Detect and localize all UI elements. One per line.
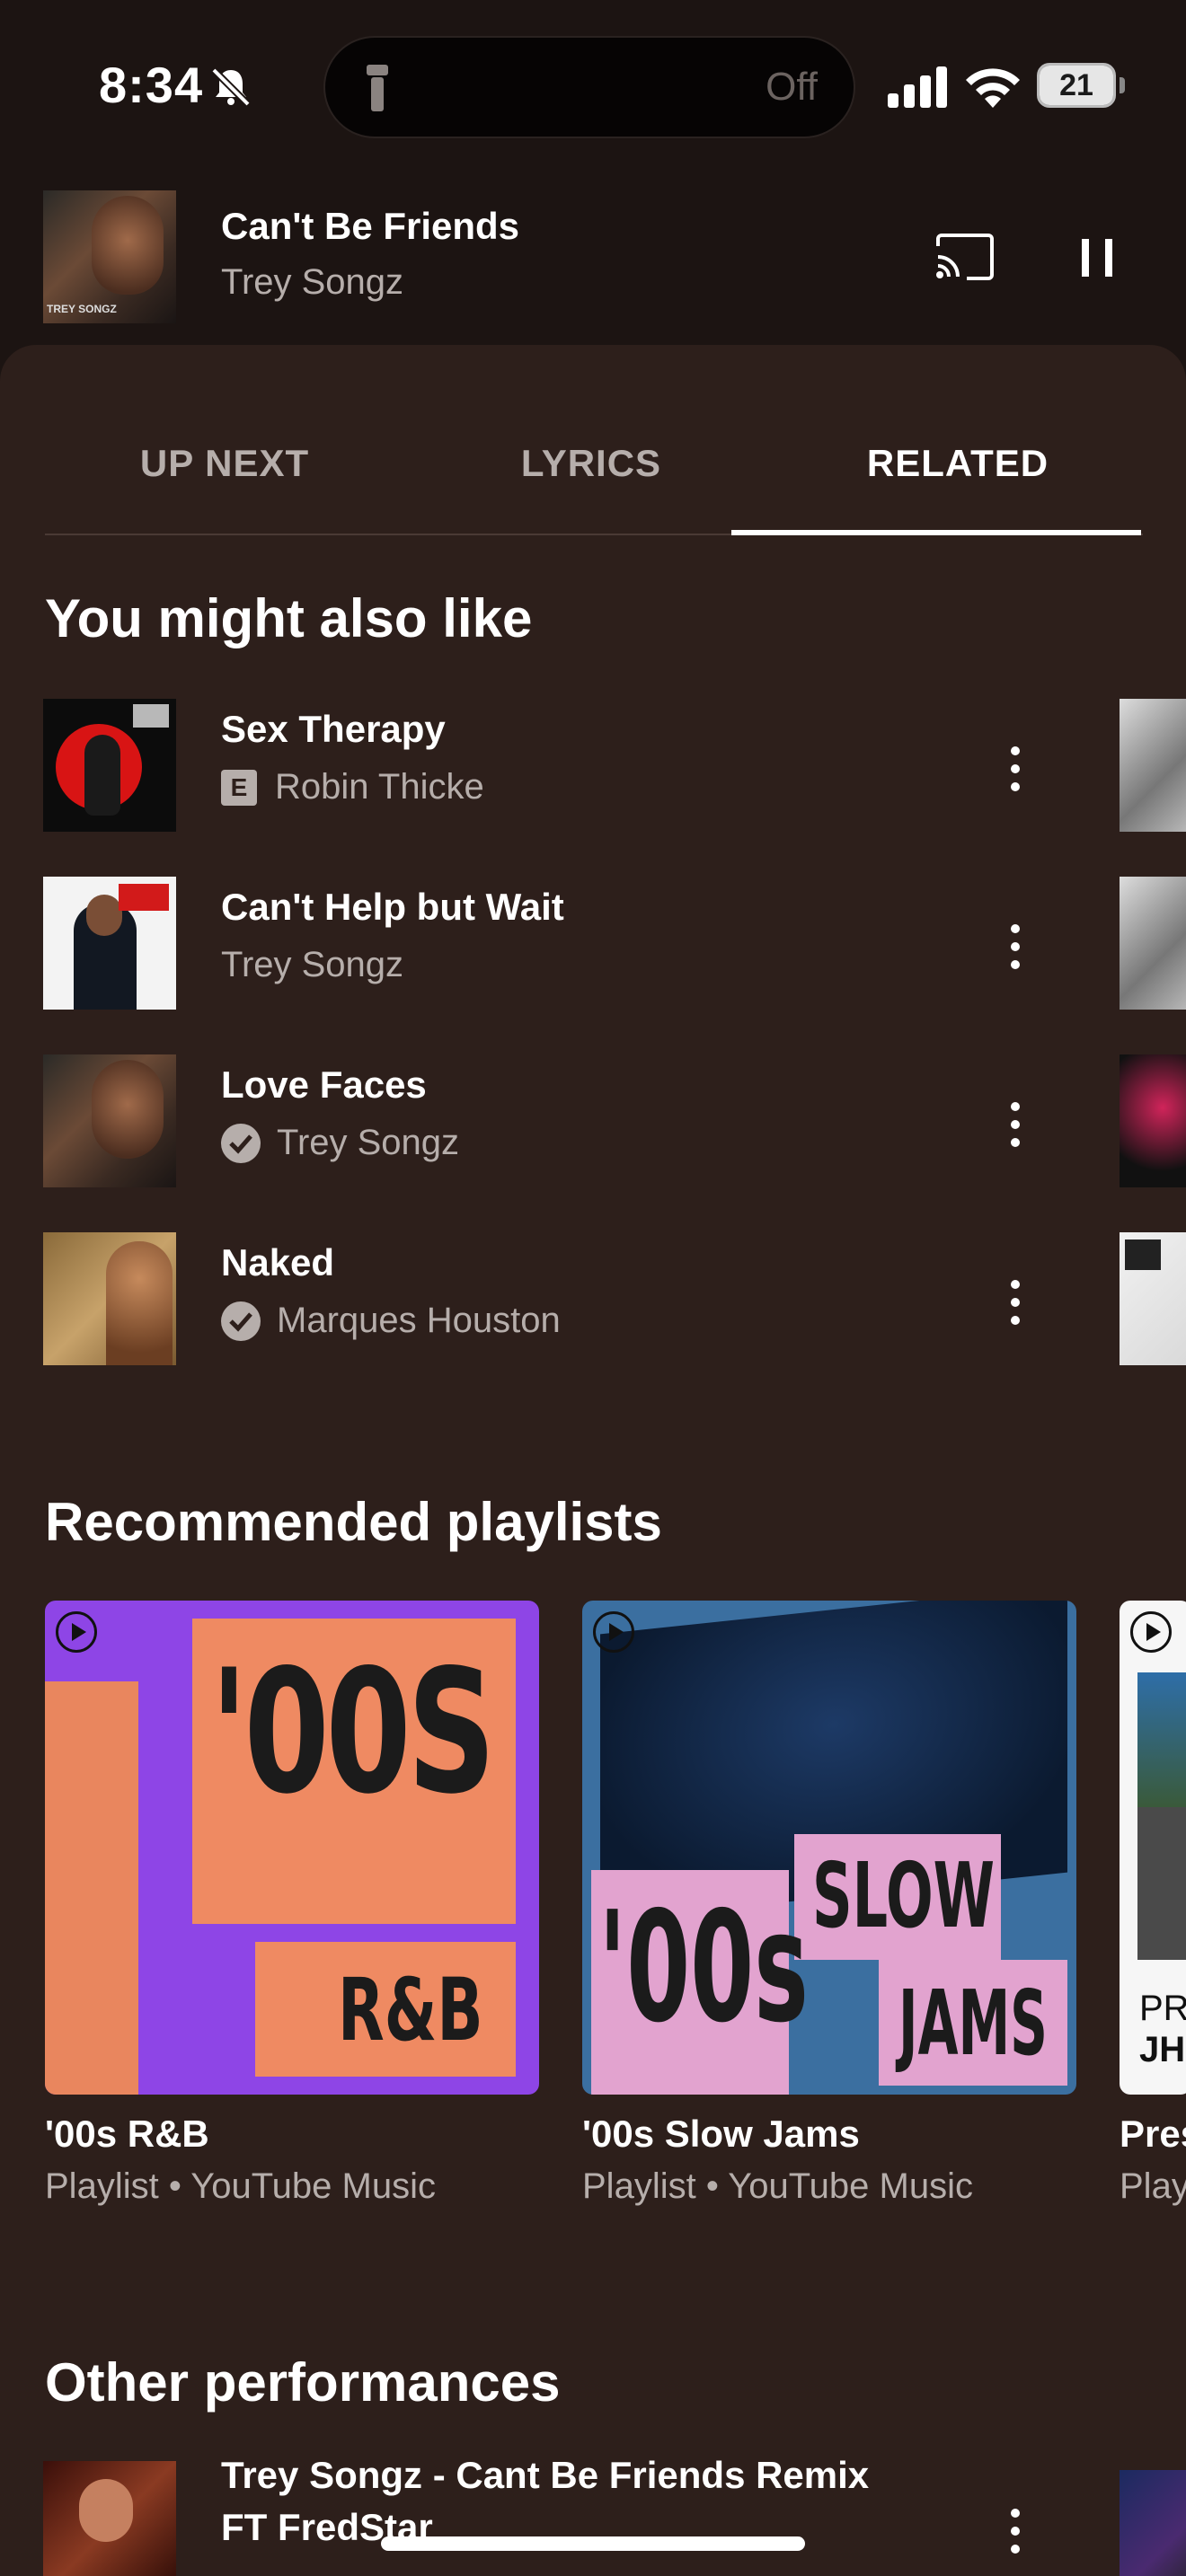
more-vert-icon[interactable] <box>999 920 1031 974</box>
battery-level: 21 <box>1059 68 1093 102</box>
song-title: Naked <box>221 1241 335 1284</box>
playlist-art: PR JHI <box>1120 1601 1186 2095</box>
section-title-other-performances: Other performances <box>45 2352 561 2413</box>
song-album-art <box>43 699 176 832</box>
now-playing-artist: Trey Songz <box>221 262 404 302</box>
flashlight-status: Off <box>766 65 818 109</box>
song-artist: Trey Songz <box>221 945 404 984</box>
song-title: Can't Help but Wait <box>221 886 564 928</box>
verified-check-icon <box>221 1301 261 1341</box>
active-tab-indicator <box>731 530 1141 535</box>
song-row[interactable]: Can't Help but Wait Trey Songz <box>0 877 1186 1011</box>
tab-up-next[interactable]: UP NEXT <box>45 442 404 485</box>
home-indicator[interactable] <box>381 2536 805 2551</box>
song-row[interactable]: Trey Songz - Cant Be Friends Remix FT Fr… <box>0 2454 1186 2576</box>
song-subtitle: E Robin Thicke <box>221 767 484 807</box>
song-subtitle: Trey Songz <box>221 1123 459 1163</box>
song-title: Love Faces <box>221 1063 427 1106</box>
pause-icon[interactable] <box>1075 235 1120 280</box>
song-row[interactable]: Sex Therapy E Robin Thicke <box>0 699 1186 834</box>
playlist-title: '00s R&B <box>45 2113 209 2155</box>
peek-album-art[interactable] <box>1120 2470 1186 2576</box>
song-row[interactable]: Love Faces Trey Songz <box>0 1054 1186 1189</box>
play-icon <box>593 1611 634 1653</box>
cellular-signal-icon <box>888 66 947 108</box>
now-playing-album-art[interactable]: TREY SONGZ <box>43 190 176 323</box>
song-artist: Robin Thicke <box>275 767 484 807</box>
more-vert-icon[interactable] <box>999 742 1031 796</box>
song-album-art <box>43 1054 176 1187</box>
peek-album-art[interactable] <box>1120 1054 1186 1187</box>
section-title-recommended-playlists: Recommended playlists <box>45 1492 662 1552</box>
video-thumbnail <box>43 2461 176 2576</box>
playlist-subtitle: Playlist • YouTube Music <box>45 2166 436 2206</box>
more-vert-icon[interactable] <box>999 1275 1031 1329</box>
verified-check-icon <box>221 1123 261 1163</box>
playlist-art: '00s SLOW JAMS <box>582 1601 1076 2095</box>
more-vert-icon[interactable] <box>999 2504 1031 2558</box>
peek-album-art[interactable] <box>1120 1232 1186 1365</box>
song-row[interactable]: Naked Marques Houston <box>0 1232 1186 1367</box>
playlist-title: '00s Slow Jams <box>582 2113 860 2155</box>
playlist-subtitle: Play <box>1120 2166 1186 2206</box>
explicit-icon: E <box>221 769 257 806</box>
peek-album-art[interactable] <box>1120 877 1186 1010</box>
flashlight-icon <box>367 65 388 111</box>
song-title-line-1: Trey Songz - Cant Be Friends Remix <box>221 2454 870 2496</box>
tab-related[interactable]: RELATED <box>778 442 1137 485</box>
cast-icon[interactable] <box>934 234 994 280</box>
wifi-icon <box>966 68 1020 108</box>
status-bar: 8:34 Off 21 <box>0 0 1186 171</box>
status-time: 8:34 <box>99 57 204 113</box>
more-vert-icon[interactable] <box>999 1098 1031 1151</box>
now-playing-title: Can't Be Friends <box>221 205 520 247</box>
song-artist: Trey Songz <box>277 1123 460 1162</box>
battery-indicator: 21 <box>1037 63 1127 108</box>
related-sheet: UP NEXT LYRICS RELATED You might also li… <box>0 345 1186 2576</box>
playlist-card[interactable]: PR JHI Pres Play <box>1120 1601 1186 2247</box>
playlists-carousel: '00S R&B '00s R&B Playlist • YouTube Mus… <box>0 1601 1186 2247</box>
song-album-art <box>43 1232 176 1365</box>
song-title: Sex Therapy <box>221 708 446 750</box>
playlist-subtitle: Playlist • YouTube Music <box>582 2166 973 2206</box>
dynamic-island[interactable]: Off <box>323 36 855 138</box>
song-subtitle: Marques Houston <box>221 1301 561 1341</box>
song-album-art <box>43 877 176 1010</box>
section-title-you-might-like: You might also like <box>45 588 533 648</box>
tab-lyrics[interactable]: LYRICS <box>412 442 771 485</box>
play-icon <box>56 1611 97 1653</box>
song-subtitle: Trey Songz <box>221 945 403 985</box>
play-icon <box>1130 1611 1172 1653</box>
song-artist: Marques Houston <box>277 1301 561 1340</box>
peek-album-art[interactable] <box>1120 699 1186 832</box>
playlist-art: '00S R&B <box>45 1601 539 2095</box>
tab-bar: UP NEXT LYRICS RELATED <box>45 345 1143 535</box>
playlist-title: Pres <box>1120 2113 1186 2155</box>
mini-player[interactable]: TREY SONGZ Can't Be Friends Trey Songz <box>0 180 1186 332</box>
bell-muted-icon <box>211 67 251 107</box>
